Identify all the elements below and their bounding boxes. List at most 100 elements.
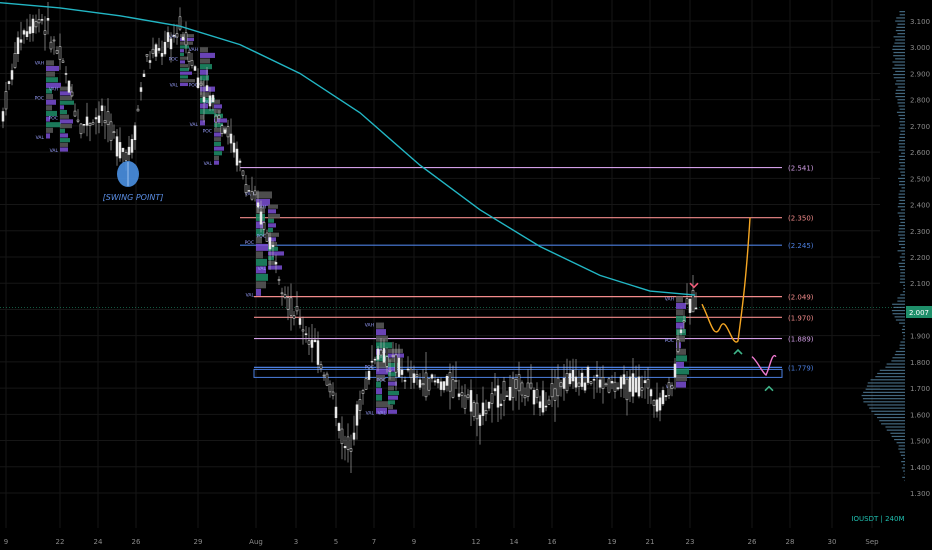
volume-profile-bar xyxy=(898,140,905,142)
profile-bar xyxy=(180,71,192,75)
candle-bear xyxy=(367,371,371,380)
candle-bull xyxy=(523,395,527,399)
profile-bar xyxy=(388,372,396,377)
candle-bear xyxy=(154,44,158,57)
candle-bull xyxy=(391,355,395,357)
candle-bull xyxy=(43,30,47,35)
profile-bar xyxy=(46,77,58,83)
candle-bull xyxy=(559,382,563,388)
level-label: (2.541) xyxy=(788,165,814,173)
candle-bear xyxy=(181,36,185,41)
volume-profile-bar xyxy=(871,410,905,412)
volume-profile-bar xyxy=(900,221,905,224)
profile-bar xyxy=(376,388,382,395)
candle-bear xyxy=(505,395,509,397)
candle-bear xyxy=(157,48,161,51)
volume-profile-bar xyxy=(898,231,905,233)
volume-profile-bar xyxy=(899,180,905,183)
volume-profile-bar xyxy=(902,476,905,478)
candle-bull xyxy=(103,120,107,124)
profile-poc-label: POC xyxy=(49,115,58,121)
candle-bull xyxy=(241,170,245,176)
profile-bar xyxy=(214,155,219,161)
candle-bear xyxy=(457,393,461,397)
candle-bear xyxy=(304,333,308,335)
profile-bar xyxy=(256,243,270,251)
profile-bar xyxy=(256,281,266,289)
candle-bear xyxy=(313,339,317,343)
volume-profile-bar xyxy=(897,206,905,208)
profile-bar xyxy=(676,375,687,382)
level-label: (1.779) xyxy=(788,364,814,372)
candle-bear xyxy=(664,395,668,398)
candle-bear xyxy=(598,379,602,388)
candle-bear xyxy=(316,340,320,365)
candle-bull xyxy=(178,16,182,30)
volume-profile-bar xyxy=(885,366,905,368)
candle-bull xyxy=(79,123,83,135)
level-label: (1.970) xyxy=(788,314,814,322)
candle-bull xyxy=(511,377,515,398)
profile-bar xyxy=(256,191,272,199)
profile-val-label: VAL xyxy=(50,148,59,154)
profile-bar xyxy=(214,132,221,137)
price-chart[interactable]: (2.541) (2.350) (2.245) (2.049) (1.970) (1.88… xyxy=(0,0,932,550)
profile-bar xyxy=(180,60,185,64)
price-tick-label: 2.400 xyxy=(910,202,930,210)
candle-bull xyxy=(319,364,323,370)
profile-poc-label: POC xyxy=(189,83,198,89)
volume-profile-bar xyxy=(865,388,905,390)
profile-bar xyxy=(200,47,208,53)
candle-bear xyxy=(64,73,68,75)
time-tick-label: 26 xyxy=(748,538,757,546)
candle-bear xyxy=(406,368,410,371)
volume-profile-bar xyxy=(897,86,905,88)
candle-bull xyxy=(358,399,362,411)
candle-bear xyxy=(619,376,623,389)
profile-bar xyxy=(200,58,210,64)
candle-bear xyxy=(487,401,491,409)
candle-bull xyxy=(175,33,179,38)
candle-bull xyxy=(490,393,494,404)
profile-bar xyxy=(180,67,189,72)
candle-bull xyxy=(301,329,305,332)
candle-bear xyxy=(610,381,614,384)
profile-bar xyxy=(60,133,68,138)
candle-bull xyxy=(547,399,551,405)
candle-bear xyxy=(622,374,626,385)
candle-bull xyxy=(526,382,530,397)
candle-bear xyxy=(661,390,665,405)
profile-bar xyxy=(268,213,280,219)
volume-profile-bar xyxy=(893,73,905,76)
candle-bear xyxy=(643,380,647,384)
candle-bull xyxy=(361,390,365,394)
profile-bar xyxy=(268,227,273,233)
candle-bear xyxy=(85,116,89,126)
candle-bear xyxy=(169,38,173,50)
profile-bar xyxy=(256,288,261,296)
time-tick-label: 26 xyxy=(132,538,141,546)
candle-bull xyxy=(199,82,203,86)
candle-bull xyxy=(685,298,689,305)
volume-profile-bar xyxy=(892,357,905,359)
time-tick-label: 14 xyxy=(510,538,519,546)
candle-bear xyxy=(211,95,215,103)
volume-profile-bar xyxy=(897,102,905,104)
volume-profile-bar xyxy=(898,225,905,227)
volume-profile-bar xyxy=(903,335,905,337)
volume-profile-bar xyxy=(902,338,905,340)
profile-bar xyxy=(60,95,72,101)
profile-poc-label: POC xyxy=(245,240,254,246)
candle-bear xyxy=(412,373,416,383)
price-tick-label: 2.600 xyxy=(910,149,930,157)
volume-profile-bar xyxy=(894,354,905,356)
candle-bull xyxy=(379,349,383,356)
profile-bar xyxy=(180,82,188,87)
profile-bar xyxy=(376,401,390,408)
volume-profile-bar xyxy=(903,470,905,472)
volume-profile-bar xyxy=(903,457,905,460)
candle-bull xyxy=(589,381,593,384)
volume-profile-bar xyxy=(900,269,905,271)
candle-bear xyxy=(229,133,233,144)
volume-profile-bar xyxy=(899,322,905,324)
